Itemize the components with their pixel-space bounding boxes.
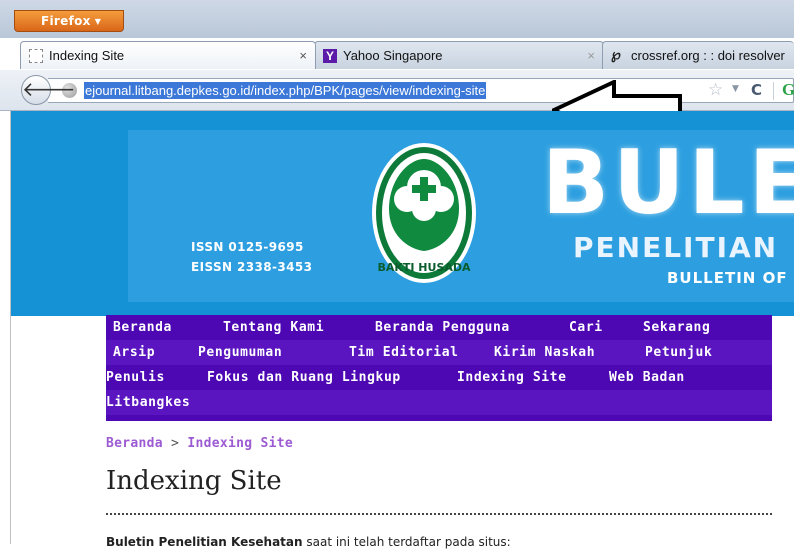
nav-penulis[interactable]: Penulis xyxy=(106,370,165,385)
tab-indexing-site[interactable]: Indexing Site × xyxy=(20,41,316,69)
journal-title-big: BULE xyxy=(542,131,794,234)
bakti-husada-emblem: BAKTI HUSADA xyxy=(372,143,476,283)
issn-text: ISSN 0125-9695 xyxy=(191,240,304,254)
close-icon[interactable]: × xyxy=(587,48,595,63)
divider xyxy=(773,82,774,100)
arrow-left-icon: 🡐 xyxy=(22,77,76,101)
window-left-border xyxy=(10,111,11,544)
tab-yahoo-singapore[interactable]: Y Yahoo Singapore × xyxy=(314,41,604,69)
nav-pengumuman[interactable]: Pengumuman xyxy=(198,345,282,360)
breadcrumb: Beranda > Indexing Site xyxy=(106,436,293,451)
nav-kirim-naskah[interactable]: Kirim Naskah xyxy=(494,345,595,360)
firefox-menu-label: Firefox xyxy=(41,14,91,28)
tab-crossref[interactable]: ℘ crossref.org : : doi resolver xyxy=(602,41,794,69)
breadcrumb-separator: > xyxy=(171,436,180,451)
nav-row: Arsip Pengumuman Tim Editorial Kirim Nas… xyxy=(106,340,772,365)
firefox-menu-button[interactable]: Firefox ▼ xyxy=(14,10,124,32)
nav-sekarang[interactable]: Sekarang xyxy=(643,320,710,335)
bookmark-star-icon[interactable]: ☆ xyxy=(708,80,723,100)
tab-label: Yahoo Singapore xyxy=(343,48,443,63)
nav-cari[interactable]: Cari xyxy=(569,320,603,335)
back-button[interactable]: 🡐 xyxy=(21,75,76,105)
journal-title-sub2: BULLETIN OF xyxy=(667,269,788,287)
blank-page-icon xyxy=(29,49,43,63)
tab-label: crossref.org : : doi resolver xyxy=(631,48,785,63)
journal-banner: ISSN 0125-9695 EISSN 2338-3453 BAKTI HUS… xyxy=(11,111,794,316)
nav-row: Beranda Tentang Kami Beranda Pengguna Ca… xyxy=(106,315,772,340)
eissn-text: EISSN 2338-3453 xyxy=(191,260,313,274)
journal-name: Buletin Penelitian Kesehatan xyxy=(106,535,303,549)
search-engine-icon[interactable]: G xyxy=(782,80,794,100)
nav-beranda[interactable]: Beranda xyxy=(113,320,172,335)
crossref-icon: ℘ xyxy=(611,48,621,63)
breadcrumb-current-link[interactable]: Indexing Site xyxy=(187,436,293,451)
nav-tentang-kami[interactable]: Tentang Kami xyxy=(223,320,324,335)
nav-indexing-site[interactable]: Indexing Site xyxy=(457,370,567,385)
close-icon[interactable]: × xyxy=(299,48,307,63)
journal-title-sub: PENELITIAN xyxy=(573,231,779,264)
nav-fokus-dan-ruang-lingkup[interactable]: Fokus dan Ruang Lingkup xyxy=(207,370,401,385)
reload-icon[interactable]: C xyxy=(751,81,762,99)
nav-petunjuk[interactable]: Petunjuk xyxy=(645,345,712,360)
nav-web-badan[interactable]: Web Badan xyxy=(609,370,685,385)
breadcrumb-home-link[interactable]: Beranda xyxy=(106,436,163,451)
nav-row: Litbangkes xyxy=(106,390,772,415)
nav-tim-editorial[interactable]: Tim Editorial xyxy=(349,345,459,360)
intro-paragraph: Buletin Penelitian Kesehatan saat ini te… xyxy=(106,535,511,549)
nav-litbangkes[interactable]: Litbangkes xyxy=(106,395,190,410)
chevron-down-icon: ▼ xyxy=(94,17,102,26)
nav-row: Penulis Fokus dan Ruang Lingkup Indexing… xyxy=(106,365,772,390)
tab-strip: Indexing Site × Y Yahoo Singapore × ℘ cr… xyxy=(0,38,794,70)
emblem-text: BAKTI HUSADA xyxy=(377,261,471,274)
nav-beranda-pengguna[interactable]: Beranda Pengguna xyxy=(375,320,510,335)
divider xyxy=(106,513,772,515)
tab-label: Indexing Site xyxy=(49,48,125,63)
nav-arsip[interactable]: Arsip xyxy=(113,345,155,360)
browser-titlebar: Firefox ▼ xyxy=(0,0,794,38)
url-text[interactable]: ejournal.litbang.depkes.go.id/index.php/… xyxy=(84,82,487,99)
page-content: ISSN 0125-9695 EISSN 2338-3453 BAKTI HUS… xyxy=(0,111,794,549)
main-navigation: Beranda Tentang Kami Beranda Pengguna Ca… xyxy=(106,315,772,421)
intro-text: saat ini telah terdaftar pada situs: xyxy=(302,535,511,549)
yahoo-icon: Y xyxy=(323,49,337,63)
page-title: Indexing Site xyxy=(106,466,282,496)
chevron-down-icon[interactable]: ▼ xyxy=(732,84,739,94)
